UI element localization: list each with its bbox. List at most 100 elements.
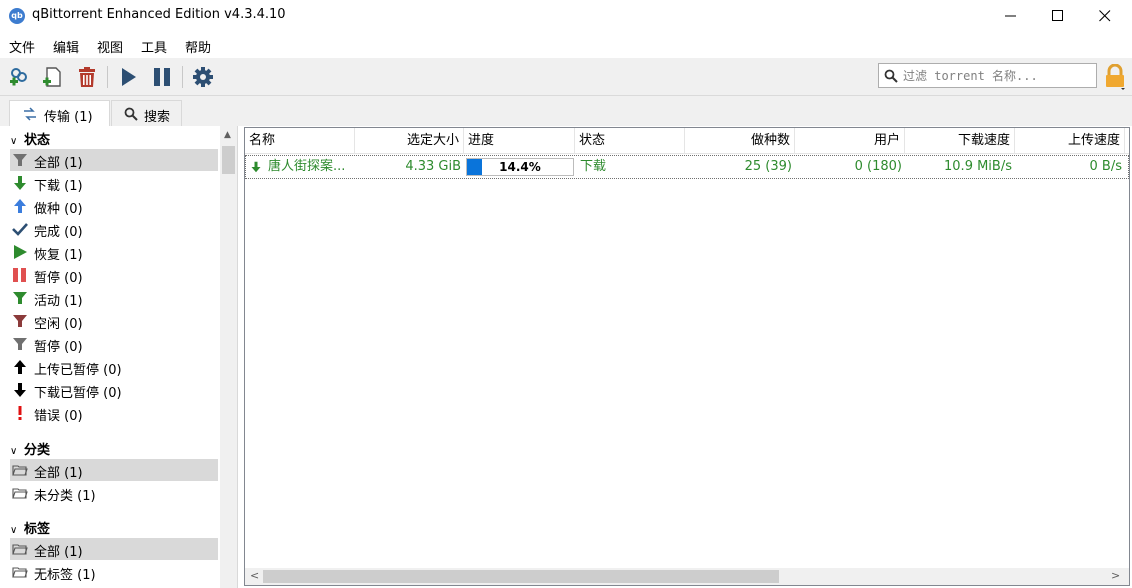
tags-section-header[interactable]: ∨ 标签 xyxy=(10,518,50,537)
status-filter-download-stalled[interactable]: 下载已暂停 (0) xyxy=(10,379,218,401)
sidebar-scrollbar-thumb[interactable] xyxy=(222,146,235,174)
status-section-title: 状态 xyxy=(24,133,51,148)
search-box[interactable] xyxy=(878,63,1097,88)
status-filter-all[interactable]: 全部 (1) xyxy=(10,149,218,171)
categories-section-header[interactable]: ∨ 分类 xyxy=(10,439,50,458)
status-filter-seeding[interactable]: 做种 (0) xyxy=(10,195,218,217)
trash-icon xyxy=(79,67,95,87)
status-filter-completed-label: 完成 (0) xyxy=(34,225,83,240)
sidebar-scrollbar[interactable]: ▲ xyxy=(220,126,237,588)
minimize-button[interactable] xyxy=(988,0,1034,32)
tag-filter-all[interactable]: 全部 (1) xyxy=(10,538,218,560)
toolbar xyxy=(0,58,1132,96)
app-icon: qb xyxy=(9,8,25,24)
column-header-peers[interactable]: 用户 xyxy=(795,128,905,154)
column-header-progress[interactable]: 进度 xyxy=(464,128,575,154)
resume-button[interactable] xyxy=(116,65,140,89)
status-filter-inactive-label: 空闲 (0) xyxy=(34,317,83,332)
delete-torrent-button[interactable] xyxy=(75,65,99,89)
tags-section-title: 标签 xyxy=(24,522,51,537)
options-button[interactable] xyxy=(191,65,215,89)
scroll-right-icon[interactable]: > xyxy=(1111,569,1120,582)
menu-help[interactable]: 帮助 xyxy=(185,37,211,56)
search-icon xyxy=(884,69,898,83)
horizontal-scrollbar-thumb[interactable] xyxy=(263,570,779,583)
chevron-down-icon: ∨ xyxy=(10,446,18,457)
toolbar-separator xyxy=(182,66,183,88)
scroll-left-icon[interactable]: < xyxy=(250,569,259,582)
folder-icon xyxy=(12,544,28,555)
chevron-down-icon: ∨ xyxy=(10,136,18,147)
column-header-name[interactable]: 名称 xyxy=(245,128,355,154)
column-header-up-speed[interactable]: 上传速度 xyxy=(1015,128,1125,154)
status-filter-completed[interactable]: 完成 (0) xyxy=(10,218,218,240)
status-filter-resumed-label: 恢复 (1) xyxy=(34,248,83,263)
table-row[interactable]: 唐人街探案... 4.33 GiB 14.4% 下载 25 (39) 0 (18… xyxy=(245,155,1129,179)
menu-file[interactable]: 文件 xyxy=(9,37,35,56)
pause-button[interactable] xyxy=(150,65,174,89)
column-header-size[interactable]: 选定大小 xyxy=(355,128,464,154)
status-filter-paused-label: 暂停 (0) xyxy=(34,271,83,286)
tab-search[interactable]: 搜索 xyxy=(111,100,182,126)
categories-section-title: 分类 xyxy=(24,443,51,458)
status-filter-paused[interactable]: 暂停 (0) xyxy=(10,264,218,286)
torrent-status: 下载 xyxy=(580,159,607,174)
category-filter-all[interactable]: 全部 (1) xyxy=(10,459,218,481)
category-filter-all-label: 全部 (1) xyxy=(34,466,83,481)
error-icon xyxy=(18,406,22,420)
transfer-icon xyxy=(24,107,36,121)
status-filter-stalled-label: 暂停 (0) xyxy=(34,340,83,355)
add-link-icon xyxy=(10,68,27,86)
play-icon xyxy=(122,68,136,86)
status-filter-downloading-label: 下载 (1) xyxy=(34,179,83,194)
status-filter-errored[interactable]: 错误 (0) xyxy=(10,402,218,424)
status-filter-seeding-label: 做种 (0) xyxy=(34,202,83,217)
horizontal-scrollbar[interactable]: < > xyxy=(245,568,1129,585)
scroll-up-icon[interactable]: ▲ xyxy=(224,130,231,140)
add-torrent-link-button[interactable] xyxy=(7,65,31,89)
maximize-button[interactable] xyxy=(1035,0,1081,32)
status-filter-active-label: 活动 (1) xyxy=(34,294,83,309)
category-filter-uncategorized[interactable]: 未分类 (1) xyxy=(10,482,218,504)
gear-icon xyxy=(193,67,213,87)
pause-icon xyxy=(13,268,26,282)
title-bar: qb qBittorrent Enhanced Edition v4.3.4.1… xyxy=(0,0,1132,32)
status-filter-resumed[interactable]: 恢复 (1) xyxy=(10,241,218,263)
status-filter-upload-stalled-label: 上传已暂停 (0) xyxy=(34,363,122,378)
chevron-down-icon: ∨ xyxy=(10,525,18,536)
upload-stalled-icon xyxy=(14,360,26,374)
close-button[interactable] xyxy=(1082,0,1128,32)
progress-bar: 14.4% xyxy=(466,158,574,176)
status-section-header[interactable]: ∨ 状态 xyxy=(10,129,50,148)
close-icon xyxy=(1099,10,1111,22)
menu-view[interactable]: 视图 xyxy=(97,37,123,56)
status-filter-downloading[interactable]: 下载 (1) xyxy=(10,172,218,194)
folder-icon xyxy=(12,488,28,499)
column-header-down-speed[interactable]: 下载速度 xyxy=(905,128,1015,154)
tab-transfers[interactable]: 传输 (1) xyxy=(9,100,110,127)
column-header-seeds[interactable]: 做种数 xyxy=(685,128,795,154)
menu-edit[interactable]: 编辑 xyxy=(53,37,79,56)
minimize-icon xyxy=(1005,15,1016,17)
category-filter-uncategorized-label: 未分类 (1) xyxy=(34,489,96,504)
checkmark-icon xyxy=(12,223,28,236)
lock-button[interactable] xyxy=(1104,63,1126,90)
menu-tools[interactable]: 工具 xyxy=(141,37,167,56)
add-torrent-file-button[interactable] xyxy=(41,65,65,89)
status-filter-upload-stalled[interactable]: 上传已暂停 (0) xyxy=(10,356,218,378)
table-header: 名称 选定大小 进度 状态 做种数 用户 下载速度 上传速度 xyxy=(245,128,1129,154)
filter-all-icon xyxy=(13,154,27,166)
tag-filter-untagged[interactable]: 无标签 (1) xyxy=(10,561,218,583)
search-input[interactable] xyxy=(903,66,1093,85)
torrent-name: 唐人街探案... xyxy=(268,159,346,174)
folder-icon xyxy=(12,465,28,476)
status-filter-stalled[interactable]: 暂停 (0) xyxy=(10,333,218,355)
status-filter-errored-label: 错误 (0) xyxy=(34,409,83,424)
torrent-size: 4.33 GiB xyxy=(405,159,461,174)
add-file-icon xyxy=(43,67,61,87)
menu-bar: 文件 编辑 视图 工具 帮助 xyxy=(0,32,1132,58)
download-stalled-icon xyxy=(14,383,26,397)
column-header-status[interactable]: 状态 xyxy=(575,128,685,154)
status-filter-active[interactable]: 活动 (1) xyxy=(10,287,218,309)
status-filter-inactive[interactable]: 空闲 (0) xyxy=(10,310,218,332)
